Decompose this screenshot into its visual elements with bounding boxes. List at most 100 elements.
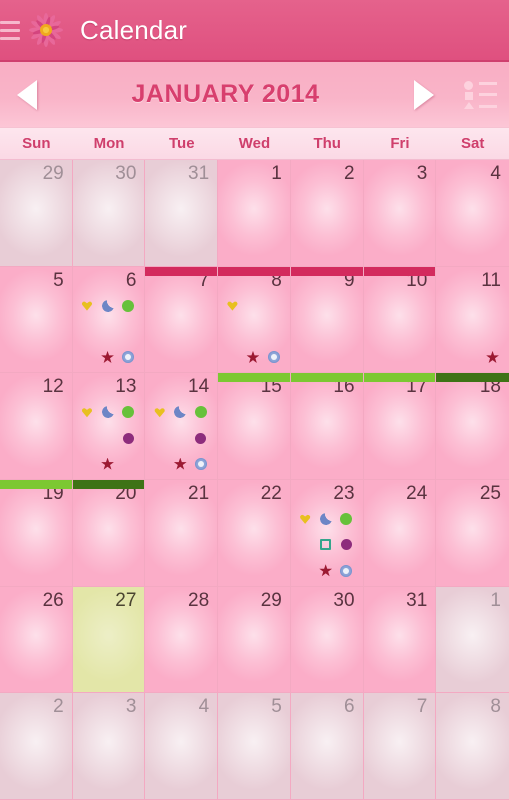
calendar-day-cell[interactable]: 24 <box>363 479 437 587</box>
calendar-day-cell[interactable]: 8 <box>436 693 509 800</box>
legend-list-icon <box>463 80 497 110</box>
calendar-day-cell[interactable]: 10 <box>363 266 437 374</box>
red-star-icon <box>246 350 260 363</box>
day-number: 1 <box>490 589 501 611</box>
next-month-button[interactable] <box>397 79 451 110</box>
calendar-day-cell[interactable]: 18 <box>436 373 509 480</box>
app-title: Calendar <box>80 14 188 45</box>
calendar-day-cell[interactable]: 29 <box>0 160 73 267</box>
green-circle-icon <box>340 512 353 525</box>
calendar-day-cell[interactable]: 14 <box>145 373 219 480</box>
day-number: 11 <box>481 269 501 291</box>
purple-circle-icon <box>195 432 207 444</box>
calendar-day-cell[interactable]: 25 <box>436 479 509 587</box>
calendar-day-cell[interactable]: 4 <box>436 160 509 267</box>
weekday-label-tue: Tue <box>169 135 195 152</box>
calendar-day-cell[interactable]: 6 <box>72 266 146 374</box>
calendar-day-cell[interactable]: 7 <box>145 266 219 374</box>
calendar-day-cell[interactable]: 11 <box>436 266 509 374</box>
calendar-day-cell[interactable]: 2 <box>0 693 73 800</box>
day-number: 31 <box>188 163 210 184</box>
circle-icon <box>464 80 473 90</box>
calendar-day-cell[interactable]: 21 <box>145 479 219 587</box>
calendar-day-cell[interactable]: 5 <box>218 693 291 800</box>
app-bar: Calendar <box>0 0 509 62</box>
weekday-label-thu: Thu <box>313 135 341 152</box>
calendar-day-cell[interactable]: 5 <box>0 266 73 374</box>
yellow-heart-icon <box>81 301 93 311</box>
day-number: 14 <box>188 376 210 398</box>
blue-flower-icon <box>194 458 207 471</box>
calendar-day-cell[interactable]: 28 <box>145 586 219 694</box>
hamburger-menu-icon[interactable] <box>0 20 20 40</box>
yellow-heart-icon <box>154 408 165 418</box>
day-number: 12 <box>42 376 64 398</box>
calendar-day-cell[interactable]: 1 <box>436 586 509 694</box>
calendar-day-cell[interactable]: 22 <box>218 479 291 587</box>
calendar-day-cell[interactable]: 26 <box>0 586 73 694</box>
legend-shapes <box>463 80 474 109</box>
blue-crescent-moon-icon <box>99 404 116 420</box>
calendar-day-cell[interactable]: 30 <box>72 160 146 267</box>
month-navigation-bar: JANUARY 2014 <box>0 62 509 128</box>
previous-month-button[interactable] <box>0 79 54 110</box>
calendar-day-cell[interactable]: 9 <box>290 266 364 374</box>
period-indicator-bar <box>436 373 509 383</box>
calendar-day-cell[interactable]: 31 <box>145 160 219 267</box>
day-number: 2 <box>53 696 64 718</box>
day-markers <box>145 399 217 477</box>
day-number: 6 <box>343 696 355 718</box>
calendar-day-cell[interactable]: 16 <box>290 373 364 480</box>
calendar-grid: 29 30 31 1 2 3 4 5 6 7 8 9 10 11 12 13 14 15 16 17 18 19 20 21 2… <box>0 160 509 800</box>
period-indicator-bar <box>72 479 145 489</box>
red-star-icon <box>486 350 499 363</box>
calendar-day-cell[interactable]: 17 <box>363 373 437 480</box>
calendar-day-cell[interactable]: 7 <box>363 693 437 800</box>
flower-logo-icon <box>26 10 66 50</box>
calendar-day-cell[interactable]: 12 <box>0 373 73 480</box>
day-number: 7 <box>416 696 428 718</box>
green-circle-icon <box>122 299 135 312</box>
weekday-label-wed: Wed <box>238 135 271 152</box>
calendar-day-cell[interactable]: 8 <box>218 266 291 374</box>
blue-flower-icon <box>340 564 353 577</box>
day-number: 29 <box>42 163 64 184</box>
day-number: 25 <box>479 482 501 504</box>
day-markers <box>291 506 363 584</box>
square-icon <box>464 91 473 100</box>
green-circle-icon <box>194 406 207 419</box>
calendar-day-cell[interactable]: 3 <box>72 693 146 800</box>
red-star-icon <box>173 457 187 470</box>
red-star-icon <box>319 564 333 577</box>
calendar-day-cell[interactable]: 2 <box>290 160 364 267</box>
calendar-day-cell[interactable]: 4 <box>145 693 219 800</box>
day-number: 28 <box>188 589 210 611</box>
triangle-left-icon <box>17 79 37 110</box>
calendar-day-cell[interactable]: 19 <box>0 479 73 587</box>
calendar-day-cell[interactable]: 31 <box>363 586 437 694</box>
blue-flower-icon <box>267 351 280 364</box>
calendar-day-cell[interactable]: 1 <box>218 160 291 267</box>
legend-line <box>479 81 497 85</box>
day-markers <box>218 293 290 371</box>
calendar-day-cell[interactable]: 6 <box>290 693 364 800</box>
calendar-day-cell[interactable]: 13 <box>72 373 146 480</box>
calendar-day-cell[interactable]: 29 <box>218 586 291 694</box>
day-number: 5 <box>271 696 282 718</box>
triangle-right-icon <box>414 79 434 110</box>
calendar-day-cell[interactable]: 30 <box>290 586 364 694</box>
day-number: 21 <box>188 482 210 504</box>
blue-flower-icon <box>122 351 135 364</box>
day-number: 30 <box>115 163 137 184</box>
legend-button[interactable] <box>451 62 509 127</box>
hamburger-line <box>0 36 20 40</box>
calendar-day-cell[interactable]: 15 <box>218 373 291 480</box>
red-star-icon <box>101 350 114 363</box>
day-number: 3 <box>125 696 137 718</box>
calendar-day-cell[interactable]: 27 <box>72 586 146 694</box>
calendar-day-cell[interactable]: 20 <box>72 479 146 587</box>
calendar-day-cell[interactable]: 3 <box>363 160 437 267</box>
day-number: 1 <box>271 163 282 184</box>
calendar-day-cell[interactable]: 23 <box>290 479 364 587</box>
day-number: 3 <box>416 163 428 184</box>
